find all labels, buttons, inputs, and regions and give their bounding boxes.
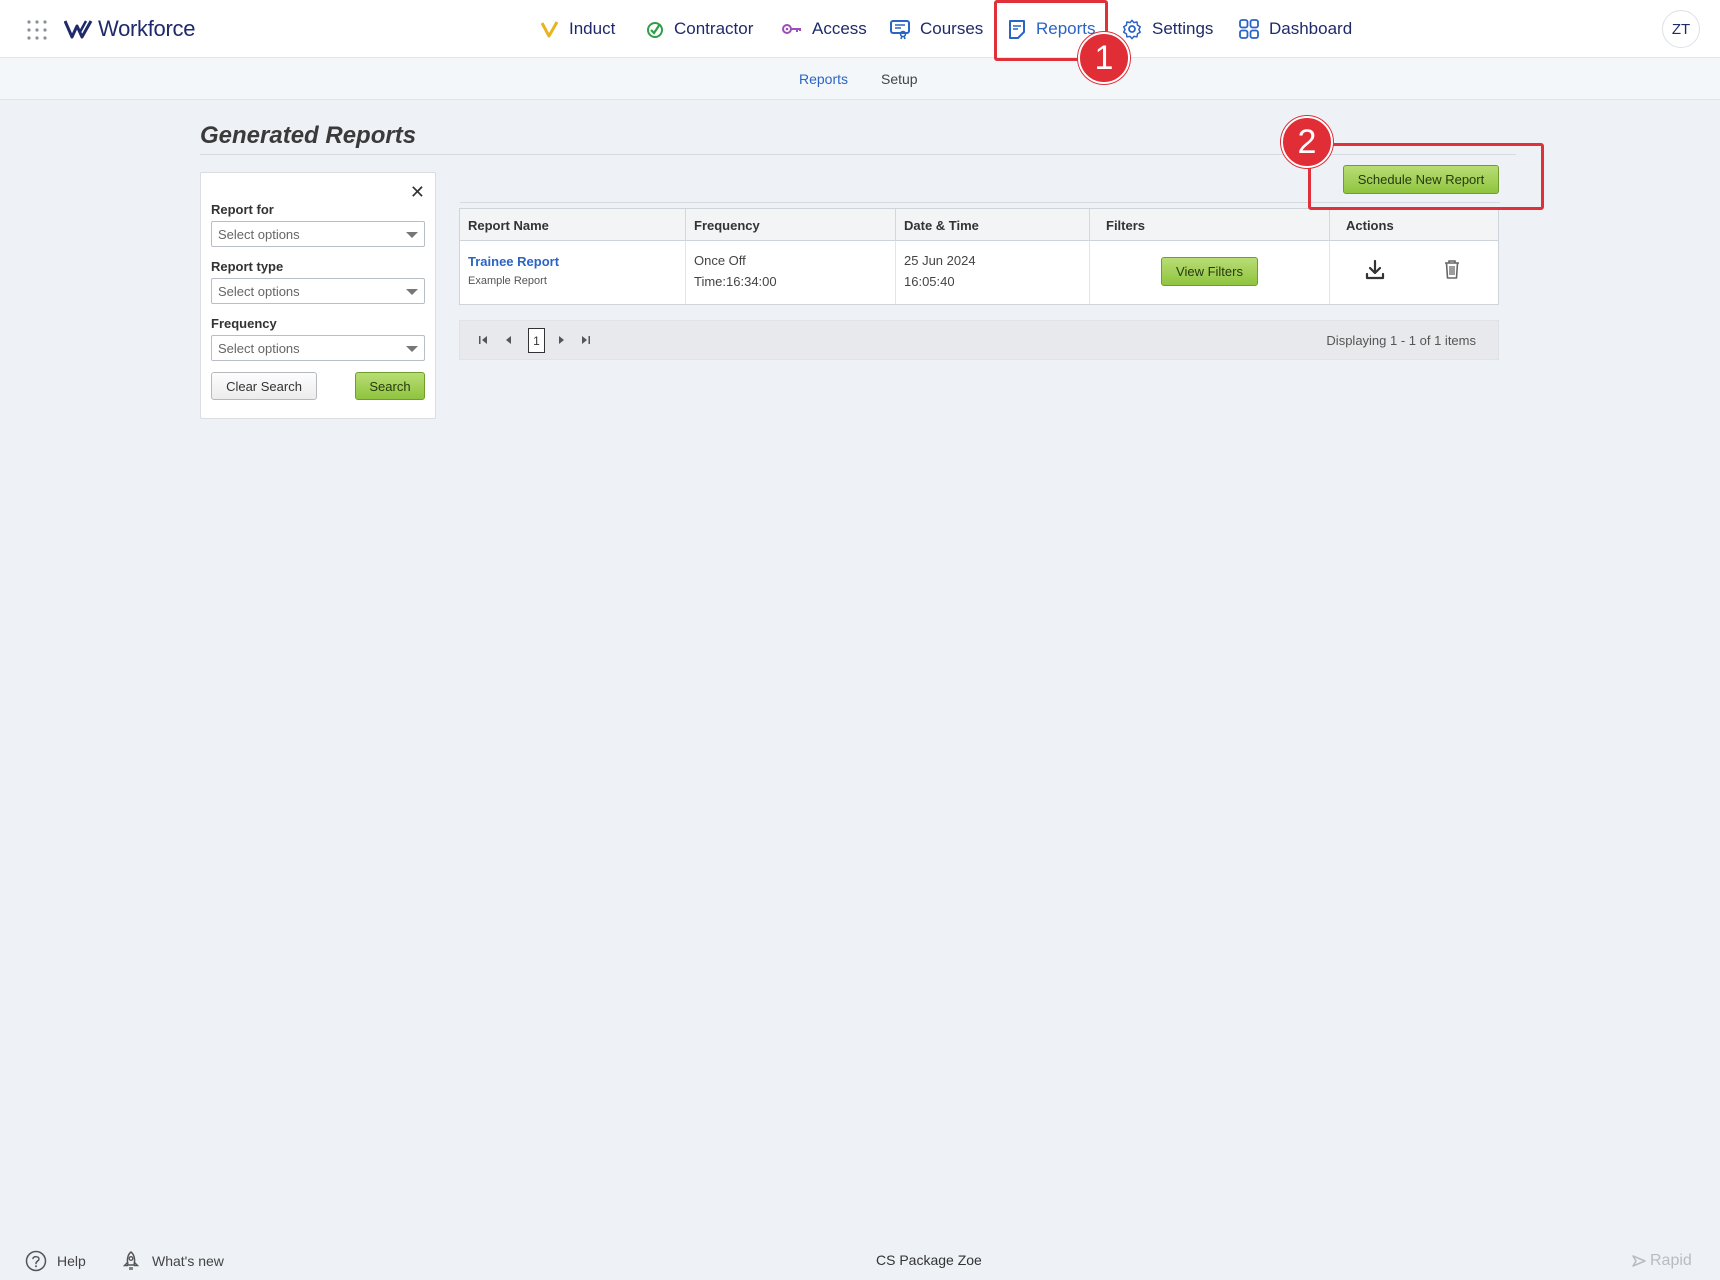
- nav-item-dashboard[interactable]: Dashboard: [1238, 14, 1352, 44]
- annotation-box-schedule: [1308, 143, 1544, 210]
- rapid-brand-text: Rapid: [1650, 1252, 1692, 1269]
- access-key-icon: [782, 24, 801, 34]
- column-header-report-name[interactable]: Report Name: [460, 209, 686, 241]
- next-page-icon[interactable]: [556, 334, 566, 346]
- nav-item-settings[interactable]: Settings: [1121, 14, 1213, 44]
- nav-item-contractor[interactable]: Contractor: [645, 14, 753, 44]
- trash-icon[interactable]: [1443, 258, 1461, 280]
- nav-item-courses[interactable]: Courses: [889, 14, 983, 44]
- nav-item-label: Courses: [920, 19, 984, 38]
- date-time-cell: 25 Jun 2024 16:05:40: [896, 241, 1090, 304]
- footer: Help What's new CS Package Zoe Rapid: [0, 1240, 1720, 1280]
- main-nav: Induct Contractor Access Courses Reports…: [0, 0, 1720, 58]
- rapid-logo-icon: [1632, 1255, 1646, 1267]
- frequency-value: Once Off: [694, 253, 746, 268]
- courses-certificate-icon: [890, 20, 910, 40]
- rocket-icon: [122, 1251, 140, 1270]
- search-button[interactable]: Search: [355, 372, 425, 400]
- report-date: 25 Jun 2024: [904, 253, 976, 268]
- nav-item-label: Contractor: [674, 19, 754, 38]
- rapid-logo: Rapid: [1632, 1252, 1692, 1270]
- help-circle-icon: [25, 1250, 47, 1272]
- chevron-down-icon: [406, 232, 418, 238]
- current-page-button[interactable]: 1: [528, 328, 545, 353]
- dashboard-grid-icon: [1239, 19, 1259, 39]
- column-header-filters: Filters: [1090, 209, 1330, 241]
- column-header-frequency[interactable]: Frequency: [686, 209, 896, 241]
- help-label: Help: [57, 1253, 86, 1269]
- settings-gear-icon: [1122, 19, 1141, 40]
- report-type-label: Report type: [211, 259, 284, 274]
- nav-item-induct[interactable]: Induct: [540, 14, 615, 44]
- induct-v-icon: [540, 21, 559, 38]
- frequency-cell: Once Off Time:16:34:00: [686, 241, 896, 304]
- frequency-time: Time:16:34:00: [694, 274, 777, 289]
- first-page-icon[interactable]: [478, 334, 488, 346]
- close-icon[interactable]: ✕: [410, 183, 425, 201]
- pagination-bar: 1 Displaying 1 - 1 of 1 items: [459, 320, 1499, 360]
- report-name-link[interactable]: Trainee Report: [468, 254, 677, 269]
- nav-item-label: Settings: [1152, 19, 1214, 38]
- nav-item-label: Access: [812, 19, 867, 38]
- report-for-label: Report for: [211, 202, 274, 217]
- download-icon[interactable]: [1364, 258, 1386, 282]
- subnav-tab-reports[interactable]: Reports: [799, 71, 848, 87]
- report-type-select[interactable]: Select options: [211, 278, 425, 304]
- nav-item-label: Dashboard: [1269, 19, 1353, 38]
- annotation-badge-2: 2: [1281, 116, 1333, 168]
- subnav-tab-setup[interactable]: Setup: [881, 71, 918, 87]
- column-header-date-time[interactable]: Date & Time: [896, 209, 1090, 241]
- whats-new-label: What's new: [152, 1253, 224, 1269]
- column-header-actions: Actions: [1346, 218, 1394, 233]
- frequency-placeholder: Select options: [218, 341, 300, 356]
- top-navigation-bar: Workforce Induct Contractor Access Cours…: [0, 0, 1720, 58]
- report-for-placeholder: Select options: [218, 227, 300, 242]
- report-type-placeholder: Select options: [218, 284, 300, 299]
- report-for-select[interactable]: Select options: [211, 221, 425, 247]
- actions-cell: [1330, 241, 1498, 304]
- filter-panel: ✕ Report for Select options Report type …: [200, 172, 436, 419]
- sub-navigation: Reports Setup: [0, 58, 1720, 100]
- chevron-down-icon: [406, 346, 418, 352]
- nav-item-access[interactable]: Access: [781, 14, 867, 44]
- clear-search-button[interactable]: Clear Search: [211, 372, 317, 400]
- report-time: 16:05:40: [904, 274, 955, 289]
- last-page-icon[interactable]: [581, 334, 591, 346]
- report-subtitle: Example Report: [468, 275, 547, 287]
- package-name: CS Package Zoe: [876, 1252, 982, 1268]
- whats-new-link[interactable]: What's new: [120, 1250, 224, 1272]
- table-row: Trainee Report Example Report: [460, 241, 686, 304]
- pagination-info: Displaying 1 - 1 of 1 items: [1326, 333, 1476, 348]
- filters-cell: View Filters: [1090, 241, 1330, 304]
- frequency-select[interactable]: Select options: [211, 335, 425, 361]
- nav-item-label: Induct: [569, 19, 616, 38]
- previous-page-icon[interactable]: [504, 334, 514, 346]
- chevron-down-icon: [406, 289, 418, 295]
- user-avatar[interactable]: ZT: [1662, 10, 1700, 48]
- reports-table: Report Name Frequency Date & Time Filter…: [459, 208, 1499, 305]
- contractor-check-icon: [647, 22, 663, 38]
- annotation-badge-1: 1: [1078, 32, 1130, 84]
- help-link[interactable]: Help: [25, 1250, 86, 1272]
- table-header: Report Name Frequency Date & Time Filter…: [460, 209, 1498, 241]
- page-title: Generated Reports: [200, 122, 417, 149]
- frequency-label: Frequency: [211, 316, 277, 331]
- view-filters-button[interactable]: View Filters: [1161, 257, 1258, 286]
